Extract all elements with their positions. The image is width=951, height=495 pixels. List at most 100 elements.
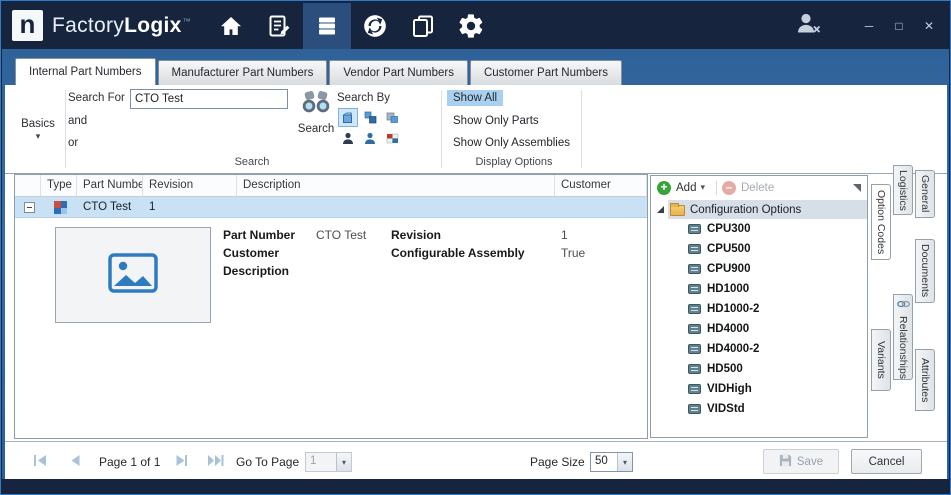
tree-root-label: Configuration Options [690, 204, 801, 216]
grid-header-part-number[interactable]: Part Number [77, 175, 143, 196]
tree-root-configuration-options[interactable]: Configuration Options [651, 200, 867, 219]
app-window: n FactoryLogix™ [0, 0, 951, 495]
list-item[interactable]: HD1000-2 [651, 299, 867, 319]
row-part-number: CTO Test [77, 201, 143, 213]
part-grid: Type Part Number Revision Description Cu… [14, 174, 648, 439]
list-item[interactable]: CPU300 [651, 219, 867, 239]
tab-vendor-part-numbers[interactable]: Vendor Part Numbers [329, 60, 468, 85]
sync-icon [362, 13, 388, 39]
panel-collapse-icon[interactable] [853, 184, 861, 192]
process-editor-nav-button[interactable] [255, 3, 303, 49]
search-by-mpn-icon[interactable] [382, 108, 402, 127]
tab-internal-part-numbers[interactable]: Internal Part Numbers [15, 58, 156, 85]
home-nav-button[interactable] [207, 3, 255, 49]
first-page-button[interactable] [33, 454, 50, 468]
detail-configurable-value: True [561, 246, 585, 260]
side-tab-label: Option Codes [875, 190, 887, 254]
side-tab-general[interactable]: General [915, 170, 935, 218]
grid-header-customer[interactable]: Customer [555, 175, 647, 196]
list-item[interactable]: HD500 [651, 359, 867, 379]
user-status-button[interactable] [795, 11, 823, 40]
app-title-factory: Factory [52, 14, 124, 37]
page-info: Page 1 of 1 [99, 455, 160, 469]
search-button-label: Search [298, 123, 334, 135]
option-code-label: HD1000-2 [707, 303, 759, 315]
side-tab-variants[interactable]: Variants [871, 329, 891, 391]
ribbon-separator [65, 90, 66, 168]
go-to-page-label: Go To Page [236, 455, 299, 469]
go-to-page-select[interactable]: 1 ▾ [305, 452, 352, 472]
option-code-label: VIDHigh [707, 383, 752, 395]
display-option-show-only-parts[interactable]: Show Only Parts [447, 113, 545, 129]
or-label: or [68, 137, 78, 149]
search-by-manufacturer-icon[interactable] [338, 129, 358, 148]
side-tab-logistics[interactable]: Logistics [893, 165, 913, 215]
settings-nav-button[interactable] [447, 3, 495, 49]
part-image-placeholder[interactable] [55, 227, 211, 323]
side-tab-strips: Logistics General Option Codes Documents… [870, 165, 946, 433]
sync-nav-button[interactable] [351, 3, 399, 49]
list-item[interactable]: VIDHigh [651, 379, 867, 399]
add-dropdown-icon[interactable]: ▾ [700, 182, 705, 193]
list-item[interactable]: CPU900 [651, 259, 867, 279]
search-by-vendor-icon[interactable] [360, 129, 380, 148]
list-item[interactable]: HD4000-2 [651, 339, 867, 359]
grid-header-description[interactable]: Description [237, 175, 555, 196]
option-code-label: HD1000 [707, 283, 749, 295]
option-code-icon [688, 284, 701, 294]
option-code-icon [688, 404, 701, 414]
cancel-button[interactable]: Cancel [851, 449, 922, 474]
list-item[interactable]: CPU500 [651, 239, 867, 259]
documents-nav-button[interactable] [399, 3, 447, 49]
page-size-select[interactable]: 50 ▾ [590, 452, 633, 472]
table-row[interactable]: CTO Test 1 [15, 197, 647, 218]
option-code-icon [688, 244, 701, 254]
side-tab-relationships[interactable]: Relationships [893, 294, 913, 380]
grid-header-revision[interactable]: Revision [143, 175, 237, 196]
save-button-label: Save [797, 456, 823, 468]
delete-button[interactable]: Delete [741, 182, 774, 194]
row-detail-panel: Part Number CTO Test Revision 1 Customer… [15, 218, 647, 338]
search-button[interactable]: Search [293, 90, 339, 135]
image-placeholder-icon [108, 253, 158, 298]
row-collapse-toggle[interactable] [24, 202, 35, 213]
display-option-show-all[interactable]: Show All [447, 90, 503, 106]
side-tab-documents[interactable]: Documents [915, 239, 935, 303]
trademark: ™ [183, 17, 191, 26]
chevron-down-icon: ▾ [36, 133, 41, 139]
search-by-customer-icon[interactable] [382, 129, 402, 148]
tab-manufacturer-part-numbers[interactable]: Manufacturer Part Numbers [158, 60, 328, 85]
add-button[interactable]: Add [676, 182, 696, 194]
basics-menu-button[interactable]: Basics ▾ [13, 118, 63, 139]
titlebar: n FactoryLogix™ [2, 2, 949, 49]
search-by-part-icon[interactable] [338, 108, 358, 127]
side-tab-option-codes[interactable]: Option Codes [871, 184, 891, 260]
search-for-label: Search For [68, 92, 125, 104]
list-item[interactable]: HD1000 [651, 279, 867, 299]
side-tab-attributes[interactable]: Attributes [915, 349, 935, 411]
minimize-button[interactable]: ─ [859, 19, 879, 33]
option-code-icon [688, 364, 701, 374]
detail-part-number-value: CTO Test [316, 228, 366, 242]
previous-page-button[interactable] [68, 454, 85, 468]
tab-customer-part-numbers[interactable]: Customer Part Numbers [470, 60, 622, 85]
window-controls: ─ □ ✕ [795, 11, 939, 40]
close-button[interactable]: ✕ [919, 19, 939, 33]
search-by-assembly-icon[interactable] [360, 108, 380, 127]
display-option-show-only-assemblies[interactable]: Show Only Assemblies [447, 135, 576, 151]
maximize-button[interactable]: □ [889, 19, 909, 33]
search-for-input[interactable] [130, 89, 288, 109]
part-library-nav-button[interactable] [303, 3, 351, 49]
list-item[interactable]: HD4000 [651, 319, 867, 339]
list-item[interactable]: VIDStd [651, 399, 867, 419]
part-library-icon [315, 14, 339, 38]
detail-revision-value: 1 [561, 228, 568, 242]
option-code-label: CPU900 [707, 263, 750, 275]
app-title-logix: Logix [124, 14, 182, 37]
last-page-button[interactable] [207, 454, 224, 468]
grid-header-type[interactable]: Type [41, 175, 77, 196]
save-button[interactable]: Save [763, 449, 839, 474]
tree-expander-icon[interactable] [657, 206, 664, 213]
go-to-page-value: 1 [306, 453, 336, 471]
next-page-button[interactable] [173, 454, 190, 468]
